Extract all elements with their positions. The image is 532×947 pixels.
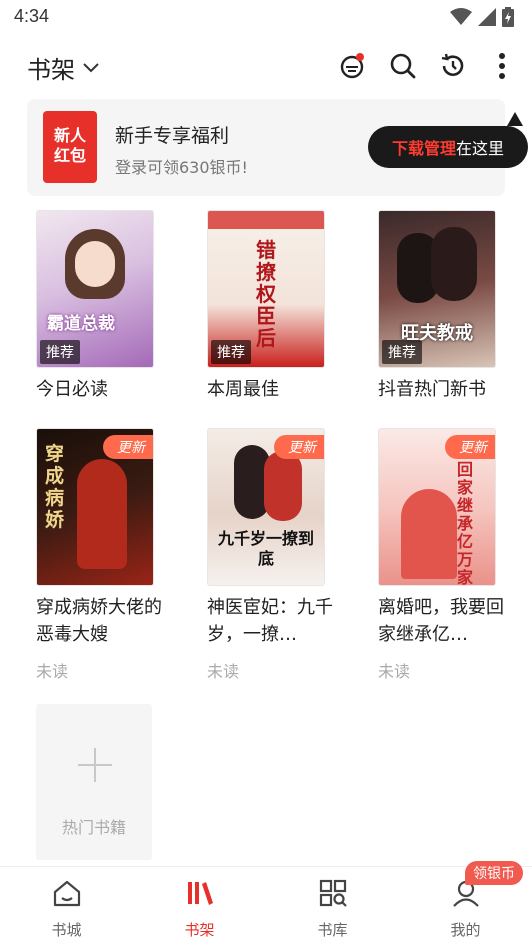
book-cover: 穿成病娇 更新 — [36, 428, 154, 586]
download-manager-tooltip[interactable]: 下载管理 在这里 — [368, 126, 528, 168]
book-cover: 九千岁一撩到底 更新 — [207, 428, 325, 586]
cover-figure — [401, 489, 457, 579]
tooltip-arrow — [507, 112, 523, 126]
status-time: 4:34 — [14, 6, 50, 26]
book-item[interactable]: 霸道总裁 推荐 今日必读 — [36, 210, 156, 400]
tab-label: 书库 — [317, 921, 348, 939]
book-cover: 错撩权臣后 推荐 — [207, 210, 325, 368]
cover-ornament — [208, 211, 324, 229]
book-cover: 回家继承亿万家产 更新 — [378, 428, 496, 586]
signal-icon — [478, 8, 496, 26]
tooltip-highlight: 下载管理 — [391, 139, 456, 158]
header: 书架 — [0, 40, 532, 92]
book-title: 今日必读 — [36, 379, 108, 400]
tab-label: 书架 — [184, 921, 215, 939]
read-status: 未读 — [207, 662, 240, 681]
cover-title: 错撩权臣后 — [256, 238, 276, 350]
recommend-badge: 推荐 — [382, 340, 422, 364]
coin-reward-bubble[interactable]: 领银币 — [465, 861, 523, 885]
cover-figure — [264, 451, 302, 521]
book-item[interactable]: 九千岁一撩到底 更新 神医宦妃：九千岁，一撩… 未读 — [207, 428, 333, 688]
tab-library[interactable]: 书库 — [266, 867, 399, 947]
book-cover: 旺夫教戒 推荐 — [378, 210, 496, 368]
wifi-icon — [450, 8, 472, 25]
red-envelope-badge: 新人 红包 — [43, 111, 97, 183]
promo-subtitle: 登录可领630银币! — [115, 158, 248, 177]
tab-label: 书城 — [51, 921, 82, 939]
cover-figure — [77, 459, 127, 569]
cover-figure — [431, 227, 477, 301]
update-badge: 更新 — [445, 435, 495, 459]
bookshelf-icon — [187, 882, 213, 905]
history-button[interactable] — [439, 52, 467, 80]
history-icon — [441, 53, 464, 76]
battery-icon — [502, 7, 514, 27]
book-title: 抖音热门新书 — [378, 379, 486, 400]
book-cover: 霸道总裁 推荐 — [36, 210, 154, 368]
status-bar: 4:34 — [0, 0, 532, 36]
book-title: 本周最佳 — [207, 379, 279, 400]
cover-title: 霸道总裁 — [47, 314, 115, 334]
book-item[interactable]: 穿成病娇 更新 穿成病娇大佬的恶毒大嫂 未读 — [36, 428, 162, 688]
shelf-dropdown[interactable]: 书架 — [27, 50, 99, 85]
page-title: 书架 — [27, 56, 75, 84]
recommend-badge: 推荐 — [211, 340, 251, 364]
cover-title: 回家继承亿万家产 — [457, 460, 474, 586]
cover-title: 九千岁一撩到底 — [217, 529, 314, 568]
book-item[interactable]: 回家继承亿万家产 更新 离婚吧，我要回家继承亿… 未读 — [378, 428, 504, 688]
book-title: 穿成病娇大佬的恶毒大嫂 — [36, 597, 162, 645]
book-item[interactable]: 旺夫教戒 推荐 抖音热门新书 — [378, 210, 498, 400]
tooltip-text: 在这里 — [456, 139, 505, 158]
add-tile-label: 热门书籍 — [61, 818, 126, 837]
cover-face — [75, 241, 115, 287]
search-icon — [390, 53, 416, 79]
home-icon — [53, 880, 80, 907]
recommend-badge: 推荐 — [40, 340, 80, 364]
read-status: 未读 — [36, 662, 69, 681]
book-title: 离婚吧，我要回家继承亿… — [378, 597, 504, 645]
chevron-down-icon — [83, 62, 99, 72]
add-book-tile[interactable]: 热门书籍 — [36, 704, 152, 860]
tab-bookshelf[interactable]: 书架 — [133, 867, 266, 947]
update-badge: 更新 — [274, 435, 324, 459]
read-status: 未读 — [378, 662, 411, 681]
book-title: 神医宦妃：九千岁，一撩… — [207, 597, 333, 645]
library-grid-icon — [319, 879, 347, 907]
cover-title: 穿成病娇 — [45, 443, 65, 531]
tab-bookstore[interactable]: 书城 — [0, 867, 133, 947]
checkin-button[interactable] — [339, 52, 367, 80]
more-vertical-icon — [499, 53, 505, 79]
bottom-tab-bar: 书城 书架 书库 我的 — [0, 866, 532, 947]
tab-label: 我的 — [450, 921, 481, 939]
status-icons — [450, 7, 514, 27]
plus-icon — [78, 748, 112, 782]
more-options-button[interactable] — [488, 52, 516, 80]
book-item[interactable]: 错撩权臣后 推荐 本周最佳 — [207, 210, 327, 400]
search-button[interactable] — [389, 52, 417, 80]
checkin-icon — [340, 53, 364, 79]
update-badge: 更新 — [103, 435, 153, 459]
promo-title: 新手专享福利 — [115, 125, 230, 147]
